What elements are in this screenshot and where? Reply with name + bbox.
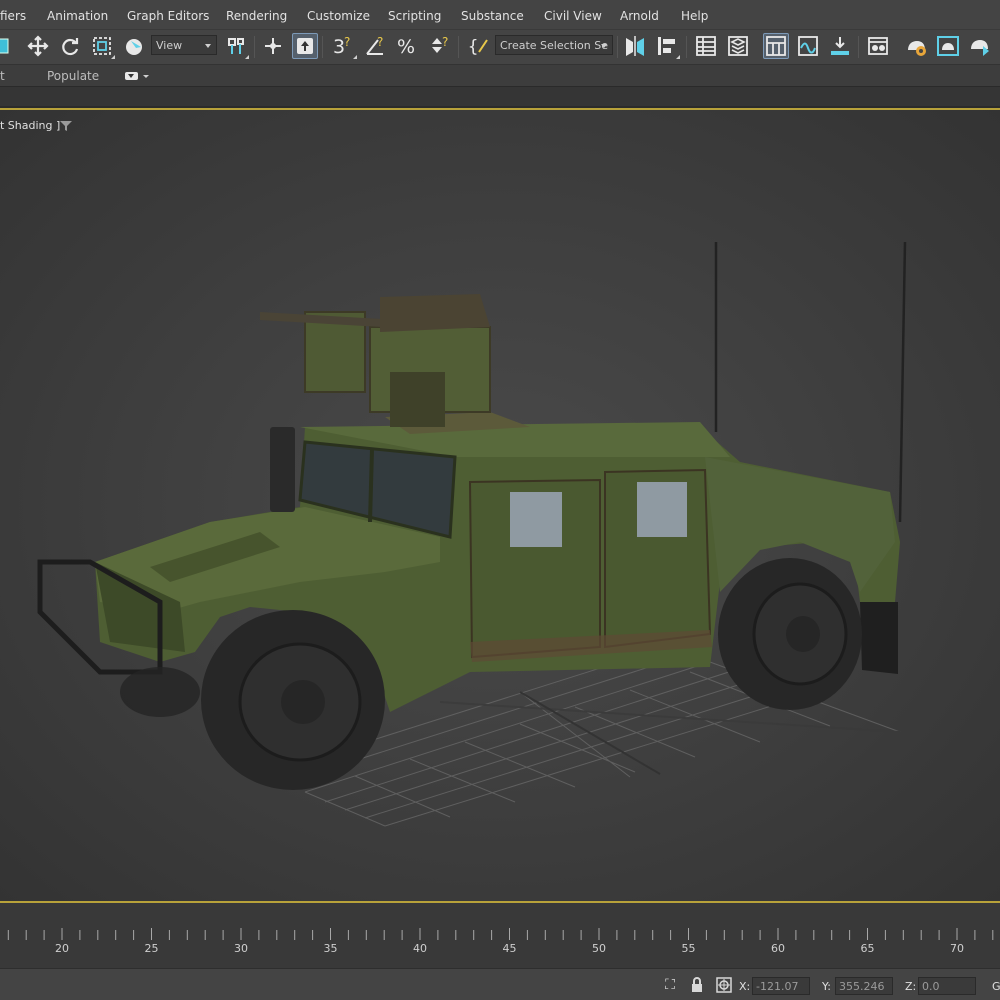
toolbar-separator: [617, 36, 618, 58]
frame-tick-label: 45: [502, 942, 517, 955]
y-coordinate-label: Y:: [822, 980, 831, 993]
antenna-front: [898, 241, 907, 523]
frame-tick-label: 50: [592, 942, 606, 955]
frame-tick-label: 35: [323, 942, 338, 955]
3dsmax-window: fiers Animation Graph Editors Rendering …: [0, 0, 1000, 1000]
scale-icon[interactable]: [89, 33, 115, 59]
selection-lock-icon[interactable]: [689, 977, 705, 993]
edit-named-selection-icon[interactable]: {: [466, 33, 492, 59]
frame-tick-label: 30: [234, 942, 248, 955]
svg-text:?: ?: [377, 35, 383, 49]
align-icon[interactable]: [654, 33, 680, 59]
grid-label: G: [992, 980, 1000, 993]
toolbar-separator: [686, 36, 687, 58]
toolbar-separator: [254, 36, 255, 58]
rendered-frame-window-icon[interactable]: [935, 33, 961, 59]
material-editor-icon[interactable]: [865, 33, 891, 59]
keyboard-shortcut-icon[interactable]: [292, 33, 318, 59]
scene-explorer-icon[interactable]: [693, 33, 719, 59]
reference-coordinate-dropdown[interactable]: View: [151, 35, 217, 55]
svg-text:{: {: [468, 37, 478, 57]
menu-customize[interactable]: Customize: [307, 9, 370, 23]
menu-graph-editors[interactable]: Graph Editors: [127, 9, 209, 23]
menu-substance[interactable]: Substance: [461, 9, 524, 23]
menu-animation[interactable]: Animation: [47, 9, 108, 23]
frame-tick-label: 65: [860, 942, 875, 955]
ribbon-panel-collapsed: [0, 86, 1000, 106]
z-coordinate-label: Z:: [905, 980, 917, 993]
x-coordinate-label: X:: [739, 980, 751, 993]
spinner-snap-icon[interactable]: ?: [427, 33, 453, 59]
main-toolbar: View 3? ? % ? { Create Selection Se: [0, 30, 1000, 64]
x-coordinate-field[interactable]: -121.07: [752, 977, 810, 995]
percent-snap-icon[interactable]: %: [395, 33, 421, 59]
snaps-3d-icon[interactable]: 3?: [331, 33, 357, 59]
frame-tick-label: 20: [55, 942, 69, 955]
y-coordinate-field[interactable]: 355.246: [835, 977, 893, 995]
rotate-icon[interactable]: [57, 33, 83, 59]
ribbon-tab-modeling-partial[interactable]: t: [0, 69, 5, 83]
rear-wheel: [718, 558, 862, 710]
z-coordinate-field[interactable]: 0.0: [918, 977, 976, 995]
front-wheel: [201, 610, 385, 790]
move-icon[interactable]: [25, 33, 51, 59]
frame-tick-label: 25: [144, 942, 159, 955]
select-object-icon[interactable]: [0, 33, 14, 59]
select-and-place-icon[interactable]: [260, 33, 286, 59]
named-selection-value: Create Selection Se: [500, 39, 608, 52]
frame-tick-label: 60: [771, 942, 785, 955]
curve-editor-icon[interactable]: [795, 33, 821, 59]
menu-civil-view[interactable]: Civil View: [544, 9, 602, 23]
menu-scripting[interactable]: Scripting: [388, 9, 441, 23]
toolbar-separator: [458, 36, 459, 58]
render-setup-icon[interactable]: [903, 33, 929, 59]
layer-explorer-icon[interactable]: [725, 33, 751, 59]
menu-bar: fiers Animation Graph Editors Rendering …: [0, 0, 1000, 30]
toolbar-separator: [322, 36, 323, 58]
menu-arnold[interactable]: Arnold: [620, 9, 659, 23]
menu-help[interactable]: Help: [681, 9, 708, 23]
menu-modifiers[interactable]: fiers: [0, 9, 26, 23]
perspective-viewport[interactable]: t Shading ]: [0, 108, 1000, 903]
ribbon-options-icon[interactable]: [125, 70, 151, 82]
humvee-model: [37, 241, 907, 827]
svg-text:?: ?: [344, 35, 350, 49]
frame-tick-label: 40: [413, 942, 427, 955]
render-icon[interactable]: [967, 33, 993, 59]
svg-text:%: %: [397, 36, 415, 58]
schematic-view-icon[interactable]: [827, 33, 853, 59]
ribbon-tabs: t Populate: [0, 64, 1000, 86]
menu-rendering[interactable]: Rendering: [226, 9, 287, 23]
mirror-icon[interactable]: [622, 33, 648, 59]
select-manipulate-icon[interactable]: [121, 33, 147, 59]
isolate-selection-icon[interactable]: ⛶: [662, 977, 678, 993]
frame-tick-label: 55: [681, 942, 696, 955]
toggle-ribbon-icon[interactable]: [763, 33, 789, 59]
absolute-mode-icon[interactable]: [716, 977, 732, 993]
named-selection-dropdown[interactable]: Create Selection Se: [495, 35, 613, 55]
reference-coordinate-value: View: [156, 39, 183, 52]
toolbar-separator: [858, 36, 859, 58]
svg-text:?: ?: [442, 35, 448, 49]
use-pivot-icon[interactable]: [223, 33, 249, 59]
ribbon-tab-populate[interactable]: Populate: [47, 69, 99, 83]
frame-tick-label: 70: [950, 942, 964, 955]
angle-snap-icon[interactable]: ?: [363, 33, 389, 59]
